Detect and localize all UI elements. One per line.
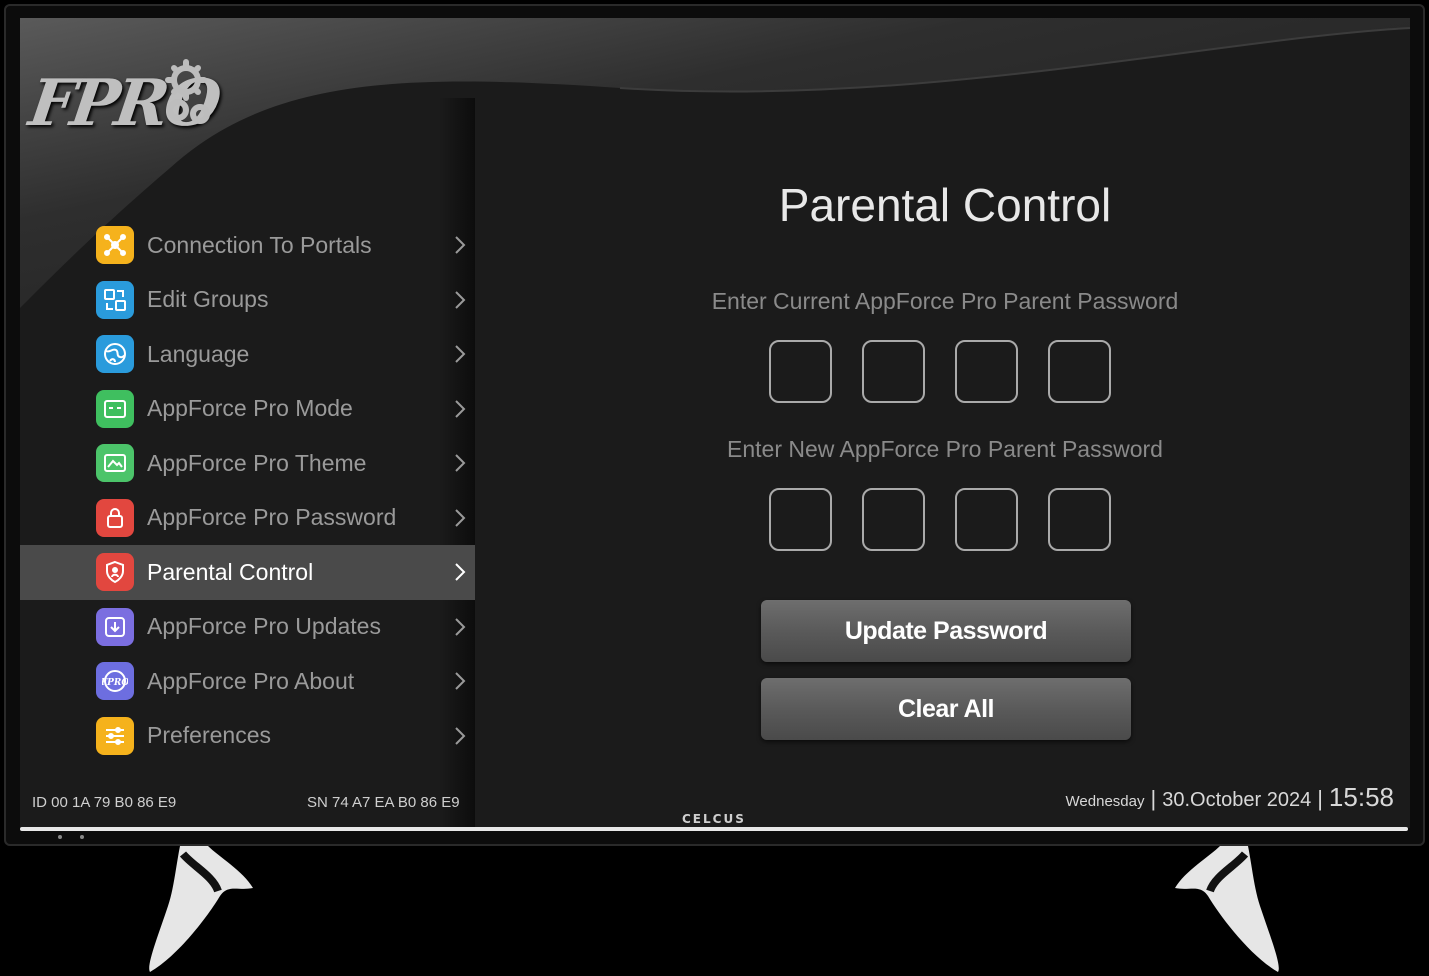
chevron-right-icon [453, 453, 467, 473]
tv-brand: CELCUS [682, 812, 746, 826]
chevron-right-icon [453, 399, 467, 419]
current-password-inputs [769, 340, 1111, 403]
tv-stand-right [1175, 846, 1279, 972]
tv-bottom-strip [20, 827, 1408, 831]
tv-stand-left [149, 846, 253, 972]
sidebar-item-parental-control[interactable]: Parental Control [20, 545, 475, 600]
new-pin-digit-1[interactable] [769, 488, 832, 551]
current-pin-digit-4[interactable] [1048, 340, 1111, 403]
chevron-right-icon [453, 726, 467, 746]
sidebar-item-label: Edit Groups [147, 286, 269, 313]
sidebar-item-label: AppForce Pro Theme [147, 449, 367, 476]
theme-icon [96, 444, 134, 483]
chevron-right-icon [453, 562, 467, 582]
sidebar-menu: Connection To Portals Edit Groups Language… [20, 218, 475, 763]
new-pin-digit-3[interactable] [955, 488, 1018, 551]
about-icon: FPRO [96, 662, 134, 701]
sidebar-item-connection-to-portals[interactable]: Connection To Portals [20, 218, 475, 273]
chevron-right-icon [453, 617, 467, 637]
current-pin-digit-2[interactable] [862, 340, 925, 403]
sidebar-item-appforce-pro-password[interactable]: AppForce Pro Password [20, 491, 475, 546]
fpro-logo: FPRO [25, 48, 230, 141]
sidebar-item-language[interactable]: Language [20, 327, 475, 382]
status-bar: Wednesday | 30.October 2024 | 15:58 [1066, 782, 1394, 813]
new-password-inputs [769, 488, 1111, 551]
tv-screen: FPRO Connection To Portals Edit Groups Lan… [20, 18, 1410, 828]
sidebar-item-label: Language [147, 340, 250, 367]
sidebar-item-label: AppForce Pro Password [147, 504, 397, 531]
groups-icon [96, 280, 134, 319]
svg-text:FPRO: FPRO [102, 678, 128, 688]
status-time: 15:58 [1328, 782, 1394, 812]
status-date: 30.October 2024 [1162, 789, 1312, 811]
sidebar-item-label: AppForce Pro Updates [147, 613, 381, 640]
new-password-label: Enter New AppForce Pro Parent Password [727, 436, 1163, 462]
globe-icon [96, 335, 134, 374]
sidebar-item-appforce-pro-about[interactable]: FPRO AppForce Pro About [20, 654, 475, 709]
sidebar-item-label: Parental Control [147, 558, 314, 585]
gears-icon [165, 59, 210, 124]
clear-all-button[interactable]: Clear All [761, 678, 1131, 740]
status-separator: | [1150, 786, 1157, 811]
tv-led [80, 835, 84, 839]
lock-icon [96, 498, 134, 537]
chevron-right-icon [453, 508, 467, 528]
device-id: ID 00 1A 79 B0 86 E9 [32, 794, 177, 811]
sidebar-item-preferences[interactable]: Preferences [20, 709, 475, 764]
status-day: Wednesday [1065, 793, 1145, 810]
device-serial: SN 74 A7 EA B0 86 E9 [307, 794, 460, 811]
chevron-right-icon [453, 344, 467, 364]
chevron-right-icon [453, 235, 467, 255]
tv-frame: FPRO Connection To Portals Edit Groups Lan… [4, 4, 1425, 846]
new-pin-digit-2[interactable] [862, 488, 925, 551]
sidebar-item-label: Preferences [147, 722, 272, 749]
current-pin-digit-1[interactable] [769, 340, 832, 403]
download-icon [96, 607, 134, 646]
status-separator: | [1317, 786, 1323, 811]
sidebar-item-label: AppForce Pro About [147, 667, 355, 694]
current-pin-digit-3[interactable] [955, 340, 1018, 403]
network-icon [96, 226, 134, 265]
sidebar-item-appforce-pro-updates[interactable]: AppForce Pro Updates [20, 600, 475, 655]
sidebar-item-appforce-pro-theme[interactable]: AppForce Pro Theme [20, 436, 475, 491]
shield-icon [96, 553, 134, 592]
mode-icon [96, 389, 134, 428]
chevron-right-icon [453, 671, 467, 691]
new-pin-digit-4[interactable] [1048, 488, 1111, 551]
sidebar-item-edit-groups[interactable]: Edit Groups [20, 273, 475, 328]
update-password-button[interactable]: Update Password [761, 600, 1131, 662]
sidebar-item-appforce-pro-mode[interactable]: AppForce Pro Mode [20, 382, 475, 437]
sidebar-item-label: AppForce Pro Mode [147, 395, 353, 422]
sidebar-item-label: Connection To Portals [147, 231, 372, 258]
tv-led [58, 835, 62, 839]
chevron-right-icon [453, 290, 467, 310]
sliders-icon [96, 716, 134, 755]
page-title: Parental Control [778, 179, 1112, 231]
current-password-label: Enter Current AppForce Pro Parent Passwo… [711, 288, 1179, 314]
